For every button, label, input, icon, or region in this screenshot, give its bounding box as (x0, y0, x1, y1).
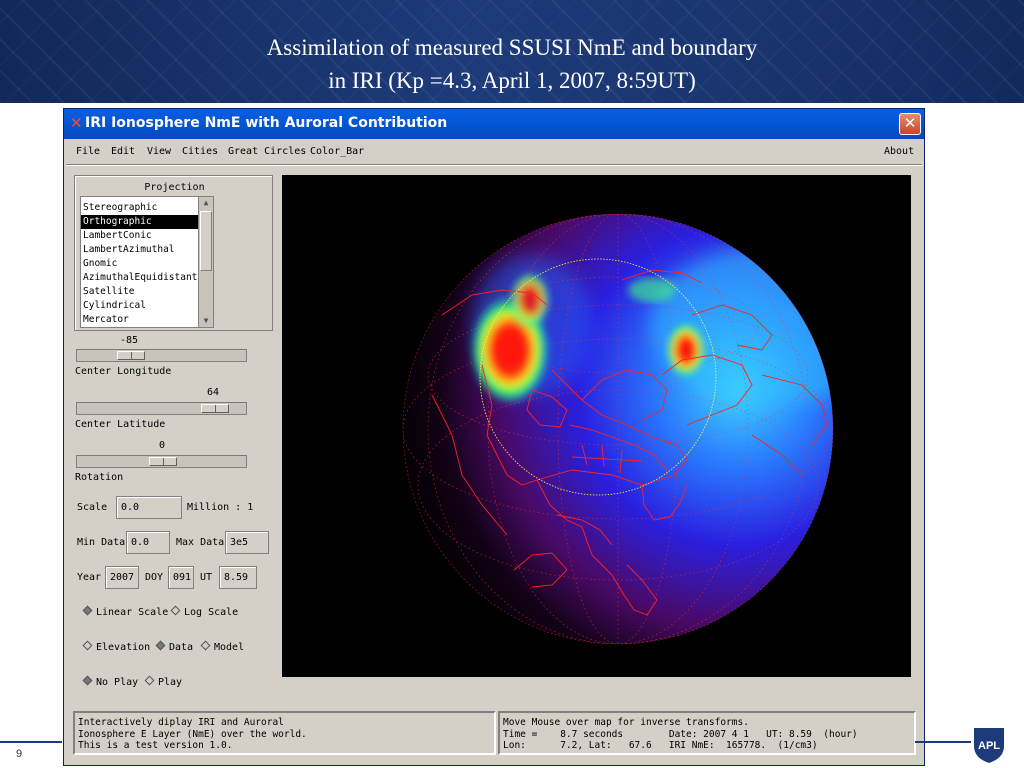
projection-item[interactable]: Stereographic (81, 201, 198, 215)
apl-logo: APL (972, 726, 1006, 764)
radio-off-icon (82, 640, 93, 651)
menu-cities[interactable]: Cities (182, 146, 218, 157)
radio-on-icon (82, 605, 93, 616)
linear-scale-radio[interactable]: Linear Scale (82, 605, 169, 618)
play-radio[interactable]: Play (144, 675, 183, 688)
apl-logo-text: APL (978, 740, 1000, 752)
slide-header: Assimilation of measured SSUSI NmE and b… (0, 0, 1024, 103)
radio-on-icon (155, 640, 166, 651)
info-line1: Interactively diplay IRI and Auroral (78, 717, 284, 728)
menu-bar: File Edit View Cities Great Circles Colo… (64, 140, 924, 162)
projection-frame: Projection Stereographic Orthographic Lamb… (74, 175, 273, 331)
max-data-input[interactable]: 3e5 (225, 531, 269, 554)
slide-title-line2: in IRI (Kp =4.3, April 1, 2007, 8:59UT) (328, 68, 696, 93)
center-latitude-value: 64 (207, 387, 220, 398)
footer-rule (915, 741, 971, 743)
linear-scale-label: Linear Scale (96, 607, 169, 618)
projection-list[interactable]: Stereographic Orthographic LambertConic Lam… (80, 196, 198, 328)
radio-on-icon (82, 675, 93, 686)
menu-about[interactable]: About (884, 146, 914, 157)
center-longitude-label: Center Longitude (75, 366, 172, 377)
menu-color-bar[interactable]: Color_Bar (310, 146, 364, 157)
year-label: Year (77, 572, 102, 583)
projection-item[interactable]: LambertAzimuthal (81, 243, 198, 257)
status-line3: Lon: 7.2, Lat: 67.6 IRI NmE: 165778. (1/… (503, 740, 818, 751)
rotation-value: 0 (159, 440, 166, 451)
slide-title-line1: Assimilation of measured SSUSI NmE and b… (266, 35, 758, 60)
window-title: IRI Ionosphere NmE with Auroral Contribu… (85, 115, 448, 131)
slide-number: 9 (16, 748, 23, 760)
center-latitude-knob[interactable] (201, 404, 229, 413)
rotation-knob[interactable] (149, 457, 177, 466)
data-radio[interactable]: Data (155, 640, 194, 653)
center-latitude-label: Center Latitude (75, 419, 166, 430)
menu-file[interactable]: File (76, 146, 100, 157)
center-longitude-knob[interactable] (117, 351, 145, 360)
scroll-down-icon[interactable]: ▼ (200, 315, 212, 327)
menu-edit[interactable]: Edit (111, 146, 135, 157)
radio-off-icon (170, 605, 181, 616)
year-input[interactable]: 2007 (105, 566, 139, 589)
model-label: Model (214, 642, 245, 653)
max-data-label: Max Data (176, 537, 225, 548)
no-play-radio[interactable]: No Play (82, 675, 139, 688)
radio-off-icon (200, 640, 211, 651)
ut-input[interactable]: 8.59 (219, 566, 257, 589)
info-line2: Ionosphere E Layer (NmE) over the world. (78, 728, 307, 740)
app-window: ✕ IRI Ionosphere NmE with Auroral Contri… (63, 108, 925, 766)
projection-item[interactable]: Cylindrical (81, 299, 198, 313)
log-scale-radio[interactable]: Log Scale (170, 605, 239, 618)
menu-divider (66, 164, 922, 166)
status-line2: Time = 8.7 seconds Date: 2007 4 1 UT: 8.… (503, 728, 858, 740)
footer-rule-left (0, 741, 62, 743)
scroll-thumb[interactable] (200, 211, 212, 271)
title-bar[interactable]: ✕ IRI Ionosphere NmE with Auroral Contri… (64, 109, 924, 139)
status-line1: Move Mouse over map for inverse transfor… (503, 717, 749, 728)
projection-item[interactable]: AzimuthalEquidistant (81, 271, 198, 285)
center-longitude-slider[interactable] (76, 349, 247, 362)
projection-label: Projection (144, 182, 205, 193)
doy-label: DOY (145, 572, 164, 583)
scale-unit-label: Million : 1 (187, 502, 254, 513)
info-line3: This is a test version 1.0. (78, 740, 233, 751)
ut-label: UT (200, 572, 213, 583)
data-label: Data (169, 642, 194, 653)
info-pane[interactable]: Interactively diplay IRI and Auroral Iono… (73, 711, 496, 755)
auroral-hotspot-east (666, 322, 706, 378)
projection-item[interactable]: Orthographic (81, 215, 198, 229)
center-latitude-slider[interactable] (76, 402, 247, 415)
scale-input[interactable]: 0.0 (116, 496, 182, 519)
menu-view[interactable]: View (147, 146, 171, 157)
doy-input[interactable]: 091 (168, 566, 194, 589)
projection-item[interactable]: LambertConic (81, 229, 198, 243)
status-pane[interactable]: Move Mouse over map for inverse transfor… (498, 711, 916, 755)
elevation-radio[interactable]: Elevation (82, 640, 151, 653)
center-longitude-value: -85 (120, 335, 139, 346)
scroll-up-icon[interactable]: ▲ (200, 197, 212, 209)
menu-great-circles[interactable]: Great Circles (228, 146, 306, 157)
play-label: Play (158, 677, 183, 688)
globe-map[interactable] (282, 175, 911, 677)
min-data-input[interactable]: 0.0 (126, 531, 170, 554)
auroral-band-north (628, 278, 676, 302)
app-x-icon: ✕ (70, 114, 83, 132)
map-canvas[interactable] (282, 175, 911, 677)
projection-scrollbar[interactable]: ▲ ▼ (198, 196, 214, 328)
radio-off-icon (144, 675, 155, 686)
rotation-label: Rotation (75, 472, 124, 483)
projection-item[interactable]: Satellite (81, 285, 198, 299)
log-scale-label: Log Scale (184, 607, 239, 618)
no-play-label: No Play (96, 677, 139, 688)
projection-item[interactable]: Gnomic (81, 257, 198, 271)
rotation-slider[interactable] (76, 455, 247, 468)
elevation-label: Elevation (96, 642, 151, 653)
close-button[interactable]: ✕ (899, 113, 921, 135)
projection-item[interactable]: Mercator (81, 313, 198, 327)
scale-label: Scale (77, 502, 108, 513)
model-radio[interactable]: Model (200, 640, 245, 653)
min-data-label: Min Data (77, 537, 126, 548)
